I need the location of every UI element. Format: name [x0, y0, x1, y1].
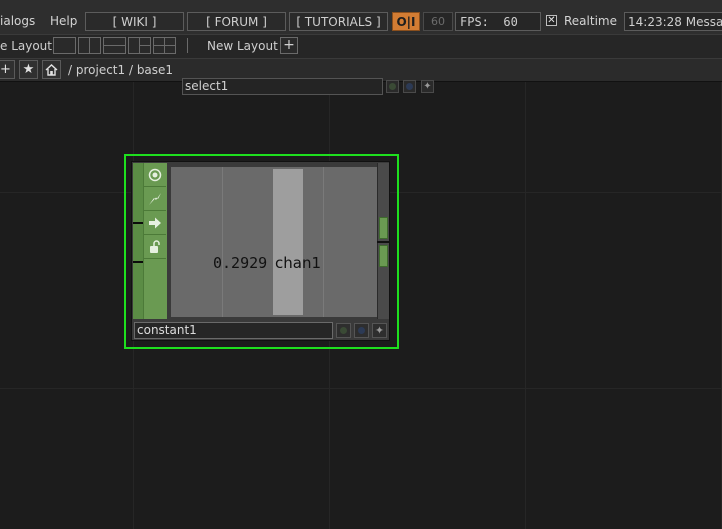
channel-value: 0.2929 — [213, 254, 268, 272]
layout-preset-three-way[interactable] — [128, 37, 151, 54]
select1-bypass-flag[interactable] — [386, 80, 399, 93]
output-connector[interactable] — [379, 217, 388, 239]
tutorials-button[interactable]: [ TUTORIALS ] — [289, 12, 388, 31]
channel-value-bar — [273, 169, 303, 315]
unlock-icon[interactable] — [144, 236, 166, 259]
cook-toggle-button[interactable]: O|I — [392, 12, 420, 31]
viewer-grid-line — [222, 167, 223, 317]
layout-preset-split-vertical[interactable] — [78, 37, 101, 54]
new-layout-add-button[interactable]: + — [280, 37, 298, 54]
output-connector[interactable] — [379, 245, 388, 267]
layout-preset-quad[interactable] — [153, 37, 176, 54]
layout-label: e Layout — [0, 39, 52, 53]
select1-render-flag[interactable]: ✦ — [421, 80, 434, 93]
grid-line — [525, 82, 526, 529]
new-layout-label: New Layout — [207, 39, 278, 53]
viewer-active-icon[interactable] — [144, 164, 166, 187]
realtime-checkbox[interactable]: ✕ — [546, 15, 557, 26]
add-pane-button[interactable]: + — [0, 60, 15, 79]
realtime-label: Realtime — [564, 14, 617, 28]
display-flag[interactable] — [354, 323, 369, 338]
forum-button[interactable]: [ FORUM ] — [187, 12, 286, 31]
wiki-button[interactable]: [ WIKI ] — [85, 12, 184, 31]
channel-name: chan1 — [275, 254, 321, 272]
cook-lightning-icon[interactable] — [144, 188, 166, 211]
select1-display-flag[interactable] — [403, 80, 416, 93]
channel-viewer[interactable]: 0.2929 chan1 — [171, 167, 377, 317]
render-flag-icon[interactable]: ✦ — [372, 323, 387, 338]
output-divider — [377, 241, 389, 243]
breadcrumb[interactable]: / project1 / base1 — [68, 63, 173, 77]
layout-divider — [187, 38, 188, 53]
viewer-grid-line — [323, 167, 324, 317]
menu-dialogs[interactable]: ialogs — [0, 14, 35, 28]
fps-readout: FPS: 60 — [455, 12, 541, 31]
star-icon[interactable]: ★ — [19, 60, 38, 79]
timecode-field[interactable]: 14:23:28 Message — [624, 12, 722, 31]
grid-line — [0, 388, 722, 389]
constant1-node-name[interactable]: constant1 — [134, 322, 333, 339]
target-fps-field[interactable]: 60 — [423, 12, 453, 31]
node-input-strip — [133, 163, 143, 319]
home-icon[interactable] — [42, 60, 61, 79]
select1-node-name[interactable]: select1 — [182, 78, 383, 95]
menu-help[interactable]: Help — [50, 14, 77, 28]
export-arrow-icon[interactable] — [144, 212, 166, 235]
layout-preset-split-horizontal[interactable] — [103, 37, 126, 54]
layout-preset-single[interactable] — [53, 37, 76, 54]
bypass-flag[interactable] — [336, 323, 351, 338]
